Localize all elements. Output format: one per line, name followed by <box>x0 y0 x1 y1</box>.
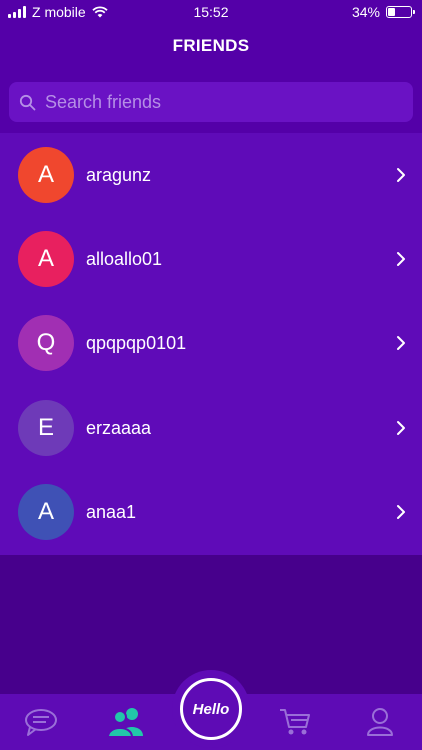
friend-row[interactable]: E erzaaaa <box>0 386 422 470</box>
battery-fill <box>388 8 395 16</box>
friend-row[interactable]: Q qpqpqp0101 <box>0 301 422 385</box>
avatar: A <box>18 484 74 540</box>
friend-name: anaa1 <box>86 501 137 522</box>
hello-button-wrap: Hello <box>172 670 250 748</box>
chat-bubbles-icon <box>25 709 57 736</box>
tab-friends[interactable] <box>96 694 156 750</box>
friend-row[interactable]: A aragunz <box>0 133 422 217</box>
header-area: Z mobile 15:52 34% FRIENDS <box>0 0 422 133</box>
search-bar[interactable] <box>9 82 413 122</box>
avatar: A <box>18 147 74 203</box>
chevron-right-icon <box>397 252 405 266</box>
friend-name: erzaaaa <box>86 417 152 438</box>
chevron-right-icon <box>397 505 405 519</box>
friends-icon <box>107 708 143 738</box>
profile-icon <box>367 708 393 736</box>
search-input[interactable] <box>45 91 385 113</box>
avatar: Q <box>18 315 74 371</box>
chevron-right-icon <box>397 336 405 350</box>
battery-icon <box>386 6 415 18</box>
chevron-right-icon <box>397 421 405 435</box>
battery-percent: 34% <box>351 4 380 20</box>
friend-row[interactable]: A anaa1 <box>0 470 422 554</box>
cart-icon <box>280 709 310 735</box>
friend-name: qpqpqp0101 <box>86 332 187 353</box>
tab-cart[interactable] <box>265 694 325 750</box>
avatar: A <box>18 231 74 287</box>
avatar: E <box>18 400 74 456</box>
status-right: 34% <box>351 4 415 20</box>
tab-chats[interactable] <box>12 694 72 750</box>
friend-name: alloallo01 <box>86 248 163 269</box>
page-title: FRIENDS <box>172 36 250 55</box>
tab-profile[interactable] <box>350 694 410 750</box>
search-icon <box>19 94 36 110</box>
friends-list: A aragunz A alloallo01 Q qpqpqp0101 E er… <box>0 133 422 555</box>
status-bar: Z mobile 15:52 34% <box>0 0 422 24</box>
chevron-right-icon <box>397 168 405 182</box>
hello-button[interactable]: Hello <box>180 678 242 740</box>
friend-row[interactable]: A alloallo01 <box>0 217 422 301</box>
friend-name: aragunz <box>86 164 152 185</box>
